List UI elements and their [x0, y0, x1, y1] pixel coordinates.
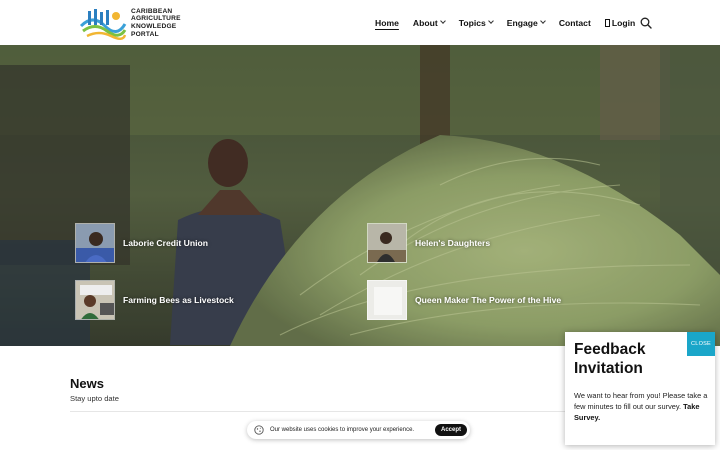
site-logo[interactable]: CARIBBEAN AGRICULTURE KNOWLEDGE PORTAL	[79, 6, 189, 40]
card-thumbnail	[367, 280, 407, 320]
cookie-banner: Our website uses cookies to improve your…	[247, 421, 470, 439]
feedback-body: We want to hear from you! Please take a …	[574, 390, 708, 423]
logo-line: AGRICULTURE	[131, 15, 181, 23]
news-section: News Stay upto date	[70, 376, 119, 403]
search-icon[interactable]	[640, 17, 652, 29]
main-nav: Home About Topics Engage Contact Login	[375, 0, 649, 45]
nav-about[interactable]: About	[412, 17, 446, 28]
thumbnail-image	[368, 224, 406, 262]
news-title: News	[70, 376, 104, 391]
feedback-title: Feedback Invitation	[574, 341, 646, 377]
thumbnail-image	[76, 281, 114, 319]
thumbnail-image	[76, 224, 114, 262]
nav-engage-label: Engage	[506, 17, 538, 28]
card-title: Farming Bees as Livestock	[123, 295, 234, 305]
featured-card[interactable]: Farming Bees as Livestock	[75, 280, 234, 320]
card-thumbnail	[367, 223, 407, 263]
news-subtitle: Stay upto date	[70, 394, 119, 403]
nav-login-label: Login	[611, 17, 636, 28]
nav-topics-label: Topics	[458, 17, 486, 28]
divider	[70, 411, 565, 412]
nav-about-label: About	[412, 17, 438, 28]
nav-contact[interactable]: Contact	[559, 18, 591, 28]
login-icon	[604, 18, 610, 27]
chevron-down-icon	[487, 18, 494, 24]
logo-line: PORTAL	[131, 30, 159, 38]
card-thumbnail	[75, 223, 115, 263]
nav-engage[interactable]: Engage	[506, 17, 546, 28]
logo-line: CARIBBEAN	[131, 7, 173, 15]
cookie-text: Our website uses cookies to improve your…	[270, 427, 415, 433]
featured-card[interactable]: Queen Maker The Power of the Hive	[367, 280, 561, 320]
card-thumbnail	[75, 280, 115, 320]
card-title: Helen's Daughters	[415, 238, 491, 248]
chevron-down-icon	[539, 18, 546, 24]
accept-cookies-button[interactable]: Accept	[434, 424, 467, 436]
feedback-popup: CLOSE Feedback Invitation We want to hea…	[565, 332, 715, 445]
close-button[interactable]: CLOSE	[687, 332, 715, 356]
featured-card[interactable]: Laborie Credit Union	[75, 223, 208, 263]
logo-text: CARIBBEAN AGRICULTURE KNOWLEDGE PORTAL	[131, 8, 189, 38]
thumbnail-image	[368, 281, 406, 319]
card-title: Laborie Credit Union	[123, 238, 208, 248]
site-header: CARIBBEAN AGRICULTURE KNOWLEDGE PORTAL H…	[0, 0, 720, 45]
chevron-down-icon	[439, 18, 446, 24]
cookie-icon	[254, 425, 264, 435]
hero-banner: Laborie Credit Union Helen's Daughters F…	[0, 45, 720, 346]
logo-line: KNOWLEDGE	[131, 23, 177, 30]
card-title: Queen Maker The Power of the Hive	[415, 295, 562, 305]
nav-topics[interactable]: Topics	[458, 17, 494, 28]
logo-mark-icon	[79, 9, 127, 40]
nav-login[interactable]: Login	[604, 17, 636, 28]
nav-home[interactable]: Home	[375, 18, 399, 28]
featured-card[interactable]: Helen's Daughters	[367, 223, 490, 263]
